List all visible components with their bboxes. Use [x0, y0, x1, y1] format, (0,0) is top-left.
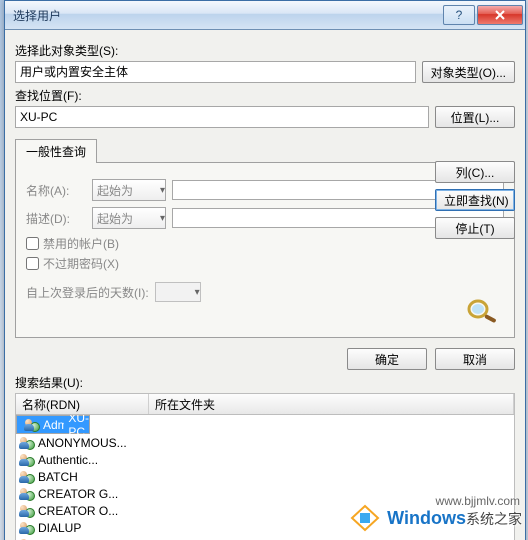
object-type-field[interactable]: 用户或内置安全主体 — [15, 61, 416, 83]
close-button[interactable] — [477, 5, 523, 25]
user-group-icon — [19, 453, 35, 467]
list-item[interactable]: Administr...XU-PC — [16, 415, 90, 434]
watermark: Windows系统之家 — [349, 502, 522, 534]
chevron-down-icon: ▾ — [195, 287, 200, 298]
column-name[interactable]: 名称(RDN) — [16, 394, 149, 414]
dialog-title: 选择用户 — [13, 7, 443, 24]
screen: 选择用户 ? 选择此对象类型(S): 用户或内置安全主体 对象类型(O)... … — [0, 0, 528, 540]
results-header: 名称(RDN) 所在文件夹 — [15, 393, 515, 415]
search-icon — [466, 298, 500, 327]
user-group-icon — [19, 487, 35, 501]
tab-common-queries[interactable]: 一般性查询 — [15, 139, 97, 163]
list-item[interactable]: ANONYMOUS... — [16, 434, 514, 451]
dialog-body: 选择此对象类型(S): 用户或内置安全主体 对象类型(O)... 查找位置(F)… — [5, 30, 525, 540]
list-item[interactable]: BATCH — [16, 468, 514, 485]
locations-button[interactable]: 位置(L)... — [435, 106, 515, 128]
user-group-icon — [19, 521, 35, 535]
ok-button[interactable]: 确定 — [347, 348, 427, 370]
last-login-label: 自上次登录后的天数(I): — [26, 284, 149, 301]
name-match-select[interactable]: 起始为 ▾ — [92, 179, 166, 201]
user-group-icon — [19, 504, 35, 518]
object-type-label: 选择此对象类型(S): — [15, 42, 515, 59]
select-user-dialog: 选择用户 ? 选择此对象类型(S): 用户或内置安全主体 对象类型(O)... … — [4, 0, 526, 540]
description-label: 描述(D): — [26, 210, 86, 227]
user-group-icon — [24, 418, 40, 432]
titlebar: 选择用户 ? — [5, 1, 525, 30]
chevron-down-icon: ▾ — [160, 185, 165, 196]
close-icon — [494, 10, 506, 20]
cancel-button[interactable]: 取消 — [435, 348, 515, 370]
column-folder[interactable]: 所在文件夹 — [149, 394, 514, 414]
windows-logo-icon — [349, 502, 381, 534]
side-buttons: 列(C)... 立即查找(N) 停止(T) — [435, 161, 515, 239]
find-now-button[interactable]: 立即查找(N) — [435, 189, 515, 211]
description-match-select[interactable]: 起始为 ▾ — [92, 207, 166, 229]
help-button[interactable]: ? — [443, 5, 475, 25]
disabled-accounts-checkbox[interactable]: 禁用的帐户(B) — [26, 235, 504, 252]
search-results-label: 搜索结果(U): — [15, 374, 515, 391]
dialog-buttons: 确定 取消 — [15, 348, 515, 370]
non-expiring-password-checkbox[interactable]: 不过期密码(X) — [26, 255, 504, 272]
columns-button[interactable]: 列(C)... — [435, 161, 515, 183]
titlebar-buttons: ? — [443, 5, 523, 25]
list-item[interactable]: Authentic... — [16, 451, 514, 468]
name-label: 名称(A): — [26, 182, 86, 199]
location-field[interactable]: XU-PC — [15, 106, 429, 128]
chevron-down-icon: ▾ — [160, 213, 165, 224]
last-login-days-select[interactable]: ▾ — [155, 282, 201, 302]
object-types-button[interactable]: 对象类型(O)... — [422, 61, 515, 83]
user-group-icon — [19, 436, 35, 450]
list-item[interactable]: Everyone — [16, 536, 514, 540]
stop-button[interactable]: 停止(T) — [435, 217, 515, 239]
user-group-icon — [19, 470, 35, 484]
location-label: 查找位置(F): — [15, 87, 515, 104]
